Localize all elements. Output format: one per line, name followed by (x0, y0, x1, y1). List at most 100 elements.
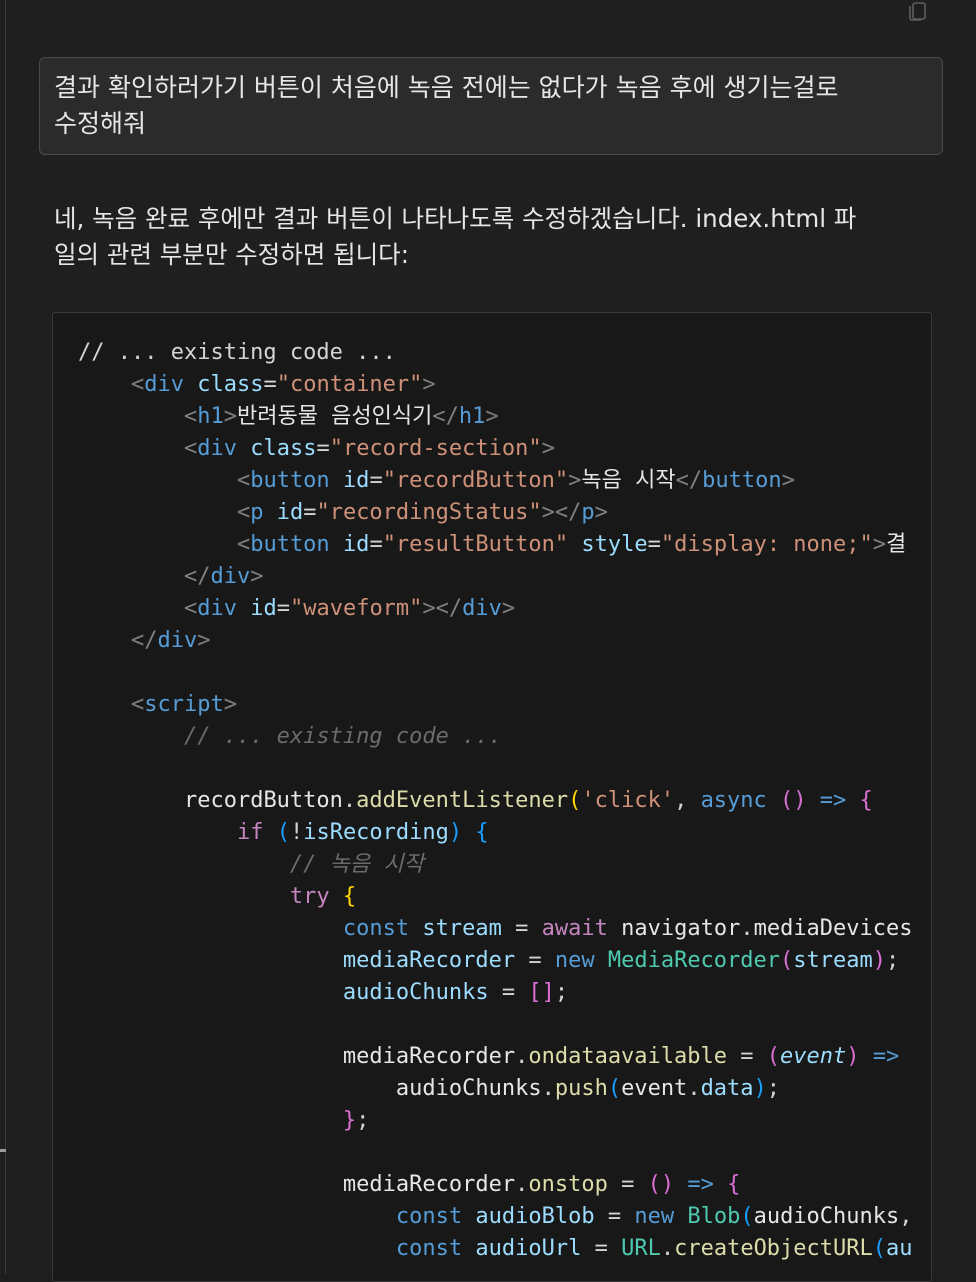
code-token: ( (780, 948, 794, 973)
code-token: div (144, 372, 184, 397)
code-token: isRecording (303, 820, 449, 845)
code-token: ) (846, 1044, 860, 1069)
code-token: "recordButton" (382, 468, 569, 493)
code-token: Blob (687, 1204, 741, 1229)
copy-icon[interactable] (907, 0, 931, 22)
code-token: > (568, 468, 582, 493)
code-token: style (581, 532, 648, 557)
code-token: ! (289, 820, 304, 845)
code-token: await (541, 916, 608, 941)
user-message: 결과 확인하러가기 버튼이 처음에 녹음 전에는 없다가 녹음 후에 생기는걸로… (39, 57, 943, 155)
code-token: URL (621, 1236, 661, 1261)
pane-divider[interactable] (5, 0, 6, 1274)
code-token: try (289, 884, 330, 909)
code-token: data (700, 1076, 754, 1101)
chat-pane: 결과 확인하러가기 버튼이 처음에 녹음 전에는 없다가 녹음 후에 생기는걸로… (0, 0, 976, 1282)
code-token: ondataavailable (528, 1044, 728, 1069)
code-token: = (369, 532, 383, 557)
code-token: ) (872, 948, 887, 973)
code-token: ; (554, 980, 569, 1005)
code-token: . (660, 1236, 675, 1261)
code-token: id (342, 468, 370, 493)
code-token: class (250, 436, 317, 461)
code-line: </div> (78, 625, 913, 657)
code-token: { (727, 1172, 741, 1197)
code-token: button (250, 532, 330, 557)
code-token: div (462, 596, 502, 621)
code-token: ) (448, 820, 463, 845)
code-token: = (316, 436, 330, 461)
code-line: // ... existing code ... (78, 337, 913, 369)
code-token: > (541, 436, 555, 461)
code-token: = (276, 596, 290, 621)
code-token: ( (276, 820, 290, 845)
code-token: = (303, 500, 317, 525)
code-token: mediaRecorder (342, 1172, 516, 1197)
code-token: // ... existing code ... (78, 340, 396, 365)
code-token: < (183, 596, 198, 621)
code-token: () (780, 788, 807, 813)
code-token: new (634, 1204, 675, 1229)
code-token: 결 (886, 532, 907, 557)
code-token: ( (607, 1076, 622, 1101)
code-token: . (515, 1172, 529, 1197)
code-token: > (422, 372, 436, 397)
code-token: { (475, 820, 489, 845)
code-token: </ (183, 564, 211, 589)
code-line: const audioUrl = URL.createObjectURL(au (78, 1233, 913, 1265)
code-token: </ (130, 628, 158, 653)
code-token: > (501, 596, 516, 621)
code-token: push (554, 1076, 608, 1101)
code-token: < (236, 468, 251, 493)
code-token: ( (766, 1044, 781, 1069)
code-line: <div class="record-section"> (78, 433, 913, 465)
code-token: = (647, 532, 661, 557)
code-token: audioBlob (475, 1204, 595, 1229)
code-token: h1 (197, 404, 224, 429)
code-token: < (236, 532, 251, 557)
code-token: div (210, 564, 251, 589)
code-token: > (250, 564, 264, 589)
code-token: > (223, 692, 237, 717)
code-token: . (740, 916, 754, 941)
code-line: <script> (78, 689, 913, 721)
code-token: mediaDevices (753, 916, 913, 941)
code-token: ></ (422, 596, 463, 621)
code-token: // ... existing code ... (183, 724, 502, 749)
code-token: "waveform" (289, 596, 423, 621)
code-token: audioUrl (475, 1236, 582, 1261)
code-token: ( (872, 1236, 887, 1261)
code-token: 'click' (581, 788, 675, 813)
code-token: = (263, 372, 277, 397)
code-block[interactable]: // ... existing code ... <div class="con… (52, 312, 932, 1282)
code-token: () (647, 1172, 675, 1197)
code-line: <p id="recordingStatus"></p> (78, 497, 913, 529)
code-token: ( (740, 1204, 754, 1229)
code-token: "display: none;" (660, 532, 873, 557)
code-line: // 녹음 시작 (78, 849, 913, 881)
code-line: <div id="waveform"></div> (78, 593, 913, 625)
